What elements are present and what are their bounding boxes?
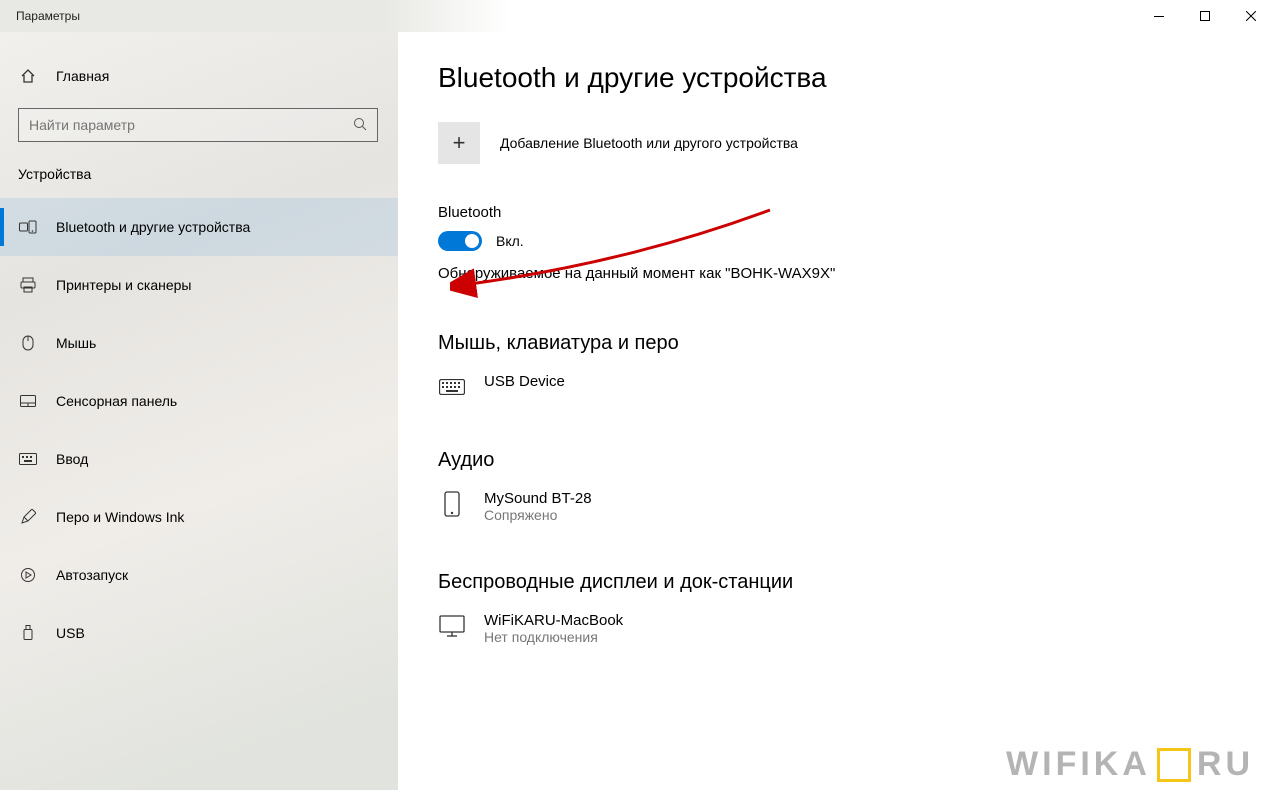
monitor-device-icon <box>438 612 466 640</box>
toggle-knob <box>465 234 479 248</box>
touchpad-icon <box>18 395 38 407</box>
device-status: Нет подключения <box>484 629 623 645</box>
mouse-icon <box>18 335 38 351</box>
sidebar-item-touchpad[interactable]: Сенсорная панель <box>0 372 398 430</box>
sidebar-item-label: Bluetooth и другие устройства <box>56 219 250 235</box>
sidebar-home[interactable]: Главная <box>0 54 398 98</box>
device-row[interactable]: WiFiKARU-MacBook Нет подключения <box>438 612 1234 645</box>
window-controls <box>1136 0 1274 32</box>
main-panel: Bluetooth и другие устройства + Добавлен… <box>398 32 1274 790</box>
device-name: USB Device <box>484 373 565 390</box>
title-bar: Параметры <box>0 0 1274 32</box>
search-input[interactable] <box>29 117 353 133</box>
sidebar-item-label: Перо и Windows Ink <box>56 509 184 525</box>
add-device-row[interactable]: + Добавление Bluetooth или другого устро… <box>438 122 1234 164</box>
section-input-heading: Мышь, клавиатура и перо <box>438 332 1234 355</box>
sidebar-item-label: Мышь <box>56 335 96 351</box>
sidebar-item-label: Сенсорная панель <box>56 393 177 409</box>
home-icon <box>18 68 38 84</box>
sidebar-item-label: USB <box>56 625 85 641</box>
watermark-text-2: RU <box>1197 745 1254 784</box>
watermark: WIFIKA RU <box>1006 745 1254 784</box>
sidebar-item-label: Ввод <box>56 451 88 467</box>
section-audio-heading: Аудио <box>438 449 1234 472</box>
sidebar-category: Устройства <box>0 158 398 198</box>
window-title: Параметры <box>16 9 80 23</box>
phone-device-icon <box>438 490 466 518</box>
sidebar-item-pen[interactable]: Перо и Windows Ink <box>0 488 398 546</box>
toggle-state-label: Вкл. <box>496 233 524 249</box>
sidebar-item-bluetooth[interactable]: Bluetooth и другие устройства <box>0 198 398 256</box>
add-device-label: Добавление Bluetooth или другого устройс… <box>500 135 798 151</box>
sidebar-item-typing[interactable]: Ввод <box>0 430 398 488</box>
keyboard-icon <box>18 453 38 465</box>
qr-icon <box>1157 748 1191 782</box>
device-row[interactable]: MySound BT-28 Сопряжено <box>438 490 1234 523</box>
printer-icon <box>18 277 38 293</box>
search-icon <box>353 117 367 134</box>
pen-icon <box>18 509 38 525</box>
device-row[interactable]: USB Device <box>438 373 1234 401</box>
bluetooth-label: Bluetooth <box>438 204 1234 221</box>
usb-icon <box>18 625 38 641</box>
device-name: MySound BT-28 <box>484 490 592 507</box>
sidebar: Главная Устройства Bluetooth и другие ус… <box>0 32 398 790</box>
search-box[interactable] <box>18 108 378 142</box>
sidebar-item-mouse[interactable]: Мышь <box>0 314 398 372</box>
maximize-button[interactable] <box>1182 0 1228 32</box>
watermark-text-1: WIFIKA <box>1006 745 1151 784</box>
plus-icon: + <box>438 122 480 164</box>
section-wireless-heading: Беспроводные дисплеи и док-станции <box>438 571 1234 594</box>
sidebar-item-usb[interactable]: USB <box>0 604 398 662</box>
sidebar-item-label: Принтеры и сканеры <box>56 277 191 293</box>
device-name: WiFiKARU-MacBook <box>484 612 623 629</box>
bluetooth-toggle[interactable] <box>438 231 482 251</box>
close-button[interactable] <box>1228 0 1274 32</box>
bluetooth-devices-icon <box>18 220 38 234</box>
sidebar-home-label: Главная <box>56 68 109 84</box>
sidebar-item-label: Автозапуск <box>56 567 128 583</box>
search-wrap <box>0 98 398 158</box>
keyboard-device-icon <box>438 373 466 401</box>
autoplay-icon <box>18 567 38 583</box>
minimize-button[interactable] <box>1136 0 1182 32</box>
bluetooth-toggle-row: Вкл. <box>438 231 1234 251</box>
discoverable-text: Обнаруживаемое на данный момент как "BOH… <box>438 265 1234 282</box>
sidebar-item-printers[interactable]: Принтеры и сканеры <box>0 256 398 314</box>
device-status: Сопряжено <box>484 507 592 523</box>
sidebar-item-autoplay[interactable]: Автозапуск <box>0 546 398 604</box>
page-title: Bluetooth и другие устройства <box>438 62 1234 94</box>
